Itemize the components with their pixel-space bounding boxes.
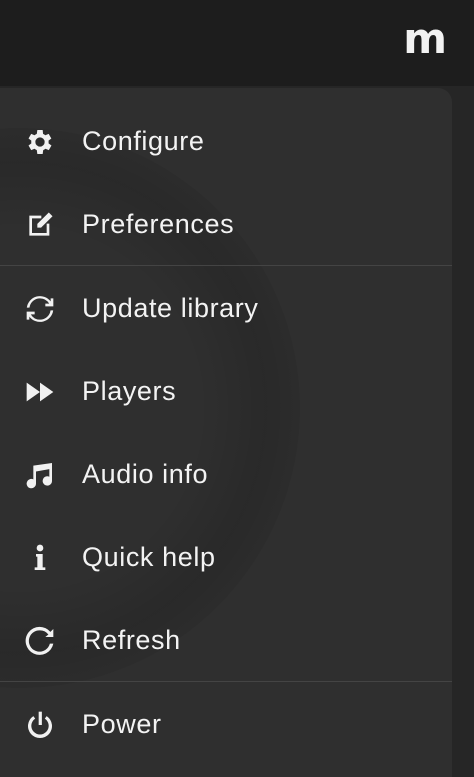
top-bar: m <box>0 0 474 86</box>
refresh-icon <box>23 624 57 658</box>
menu-item-audio-info[interactable]: Audio info <box>0 433 452 516</box>
menu-item-refresh[interactable]: Refresh <box>0 599 452 682</box>
menu-divider <box>0 681 452 682</box>
fast-forward-icon <box>23 375 57 409</box>
menu-item-power[interactable]: Power <box>0 683 452 766</box>
app-logo[interactable]: m <box>403 14 447 63</box>
gear-icon <box>23 125 57 159</box>
menu-item-label: Audio info <box>82 459 209 489</box>
menu-divider <box>0 265 452 266</box>
menu-item-label: Refresh <box>82 625 181 655</box>
edit-icon <box>23 208 57 242</box>
menu-item-players[interactable]: Players <box>0 350 452 433</box>
menu-item-label: Update library <box>82 293 259 323</box>
menu-item-configure[interactable]: Configure <box>0 100 452 183</box>
power-icon <box>23 708 57 742</box>
info-icon <box>23 541 57 575</box>
menu-item-label: Players <box>82 376 177 406</box>
dropdown-menu: Configure Preferences Update library Pla… <box>0 88 452 777</box>
menu-item-quick-help[interactable]: Quick help <box>0 516 452 599</box>
music-note-icon <box>23 458 57 492</box>
menu-item-label: Quick help <box>82 542 216 572</box>
menu-item-preferences[interactable]: Preferences <box>0 183 452 266</box>
menu-item-label: Preferences <box>82 209 235 239</box>
menu-item-label: Power <box>82 709 162 739</box>
sync-icon <box>23 292 57 326</box>
menu-item-label: Configure <box>82 126 205 156</box>
menu-item-update-library[interactable]: Update library <box>0 267 452 350</box>
